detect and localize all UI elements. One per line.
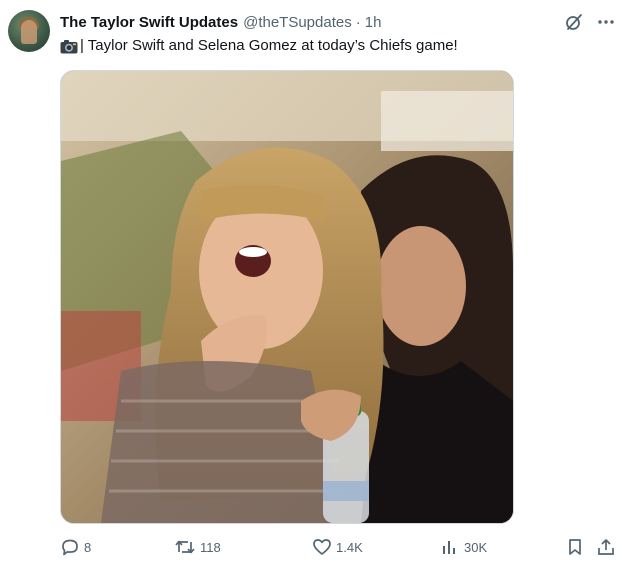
author-name[interactable]: The Taylor Swift Updates xyxy=(60,14,238,31)
separator-dot: · xyxy=(355,13,361,31)
tweet[interactable]: The Taylor Swift Updates @theTSupdates ·… xyxy=(0,0,631,568)
tweet-text-line: | Taylor Swift and Selena Gomez at today… xyxy=(60,37,458,54)
share-button[interactable] xyxy=(596,535,616,559)
header-icons xyxy=(563,11,617,33)
action-bar: 8 118 1.4K 30K xyxy=(60,535,620,559)
views-icon xyxy=(443,541,455,554)
views-button[interactable]: 30K xyxy=(440,535,487,559)
view-count: 30K xyxy=(464,539,488,555)
bookmark-button[interactable] xyxy=(565,535,585,559)
bookmark-icon xyxy=(569,539,581,555)
repost-button[interactable]: 118 xyxy=(174,535,221,559)
like-count: 1.4K xyxy=(336,539,363,555)
reply-count: 8 xyxy=(84,539,92,555)
tweet-header: The Taylor Swift Updates @theTSupdates ·… xyxy=(60,11,621,33)
like-button[interactable]: 1.4K xyxy=(312,535,363,559)
grok-icon[interactable] xyxy=(563,11,585,33)
timestamp[interactable]: 1h xyxy=(365,14,382,31)
reply-button[interactable]: 8 xyxy=(60,535,91,559)
reply-icon xyxy=(62,539,78,556)
photo-illustration xyxy=(61,71,513,523)
avatar-figure xyxy=(21,20,37,44)
author-handle[interactable]: @theTSupdates xyxy=(243,14,352,31)
avatar[interactable] xyxy=(8,10,50,52)
share-icon xyxy=(598,539,614,555)
repost-icon xyxy=(175,540,195,554)
tweet-text: | Taylor Swift and Selena Gomez at today… xyxy=(80,37,458,54)
camera-icon xyxy=(60,39,78,53)
like-icon xyxy=(313,539,331,555)
tweet-photo[interactable] xyxy=(60,70,514,524)
repost-count: 118 xyxy=(200,539,221,555)
more-icon[interactable] xyxy=(595,11,617,33)
